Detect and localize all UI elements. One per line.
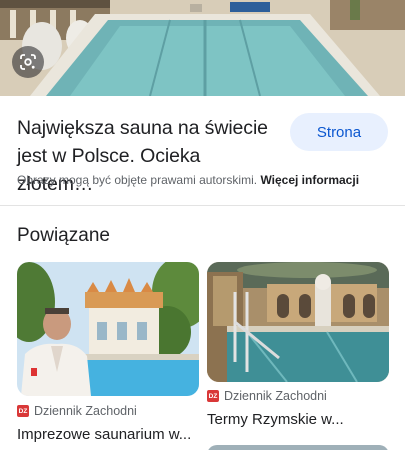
source-name: Dziennik Zachodni xyxy=(34,404,137,418)
google-lens-button[interactable] xyxy=(12,46,44,78)
visit-button[interactable]: Strona xyxy=(290,113,388,151)
more-info-link[interactable]: Więcej informacji xyxy=(260,173,359,187)
sauna-party-photo xyxy=(17,262,199,396)
related-thumbnail[interactable] xyxy=(207,262,389,382)
copyright-notice: Obrazy mogą być objęte prawami autorskim… xyxy=(17,173,359,187)
site-favicon-icon: DZ xyxy=(207,390,219,402)
pool-photo xyxy=(0,0,405,96)
source-name: Dziennik Zachodni xyxy=(224,389,327,403)
related-source[interactable]: DZ Dziennik Zachodni xyxy=(17,404,199,418)
related-title[interactable]: Imprezowe saunarium w... xyxy=(17,426,199,443)
related-thumbnail-partial[interactable] xyxy=(207,445,389,450)
google-lens-icon xyxy=(20,54,36,70)
related-source[interactable]: DZ Dziennik Zachodni xyxy=(207,389,389,403)
copyright-text: Obrazy mogą być objęte prawami autorskim… xyxy=(17,173,258,187)
related-thumbnail[interactable] xyxy=(17,262,199,396)
roman-baths-photo xyxy=(207,262,389,382)
related-card[interactable]: DZ Dziennik Zachodni Imprezowe saunarium… xyxy=(17,262,199,443)
hero-image[interactable] xyxy=(0,0,405,96)
related-card[interactable]: DZ Dziennik Zachodni Termy Rzymskie w... xyxy=(207,262,389,428)
section-divider xyxy=(0,205,405,206)
related-heading: Powiązane xyxy=(17,225,110,246)
related-title[interactable]: Termy Rzymskie w... xyxy=(207,411,389,428)
site-favicon-icon: DZ xyxy=(17,405,29,417)
